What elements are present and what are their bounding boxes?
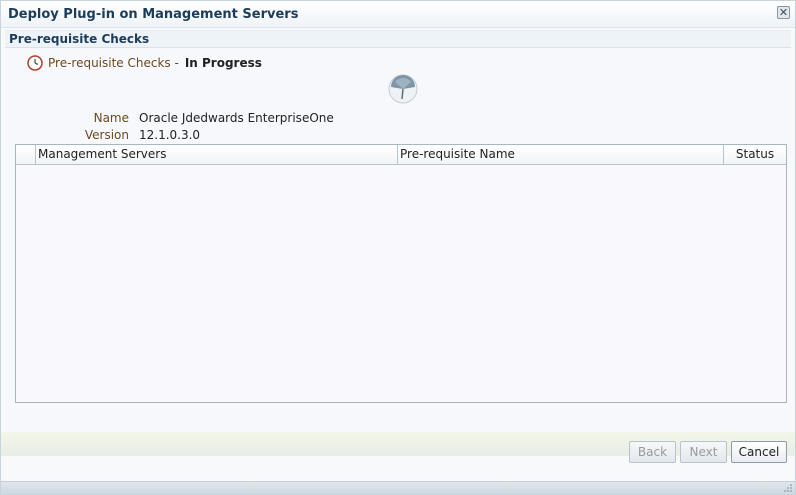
resize-grip-icon[interactable]	[783, 483, 793, 493]
cancel-button[interactable]: Cancel	[731, 441, 787, 463]
prerequisite-table: Management Servers Pre-requisite Name St…	[15, 144, 787, 403]
column-header-management-servers[interactable]: Management Servers	[36, 145, 398, 165]
next-button[interactable]: Next	[680, 441, 727, 463]
name-value: Oracle Jdedwards EnterpriseOne	[139, 111, 334, 125]
button-bar: Back Next Cancel	[1, 441, 795, 463]
status-strip	[1, 481, 795, 494]
version-label: Version	[84, 128, 129, 142]
loading-spinner-icon	[388, 74, 418, 104]
version-value: 12.1.0.3.0	[139, 128, 201, 142]
dialog-titlebar: Deploy Plug-in on Management Servers ✕	[1, 1, 795, 28]
section-header: Pre-requisite Checks	[5, 31, 791, 48]
status-label: Pre-requisite Checks -	[48, 56, 179, 70]
dialog-title: Deploy Plug-in on Management Servers	[8, 7, 299, 22]
table-body	[16, 166, 786, 402]
status-line: Pre-requisite Checks - In Progress	[27, 54, 262, 72]
version-row: Version 12.1.0.3.0	[5, 127, 200, 143]
table-header: Management Servers Pre-requisite Name St…	[16, 145, 786, 165]
name-row: Name Oracle Jdedwards EnterpriseOne	[5, 110, 334, 126]
name-label: Name	[93, 111, 129, 125]
column-header-select[interactable]	[16, 145, 36, 165]
clock-icon	[27, 55, 43, 71]
close-icon: ✕	[778, 6, 789, 19]
back-button[interactable]: Back	[629, 441, 676, 463]
dialog-content: Pre-requisite Checks Pre-requisite Check…	[5, 30, 791, 432]
section-title: Pre-requisite Checks	[9, 32, 150, 46]
column-header-prerequisite-name[interactable]: Pre-requisite Name	[398, 145, 724, 165]
column-header-status[interactable]: Status	[724, 145, 786, 165]
status-value: In Progress	[184, 56, 262, 70]
deploy-plugin-dialog: Deploy Plug-in on Management Servers ✕ P…	[0, 0, 796, 495]
close-button[interactable]: ✕	[777, 6, 790, 19]
